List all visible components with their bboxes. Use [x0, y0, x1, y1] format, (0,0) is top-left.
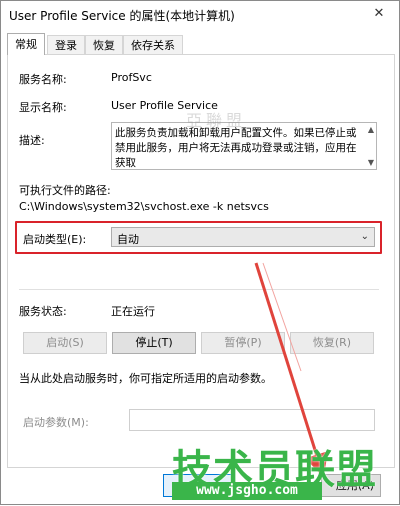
arrow-shadow-line	[262, 262, 302, 372]
tab-general[interactable]: 常规	[7, 33, 45, 55]
watermark-url: www.jsgho.com	[172, 482, 322, 500]
properties-dialog: User Profile Service 的属性(本地计算机) ✕ 常规 登录 …	[0, 0, 400, 505]
annotation-arrow	[254, 262, 328, 478]
